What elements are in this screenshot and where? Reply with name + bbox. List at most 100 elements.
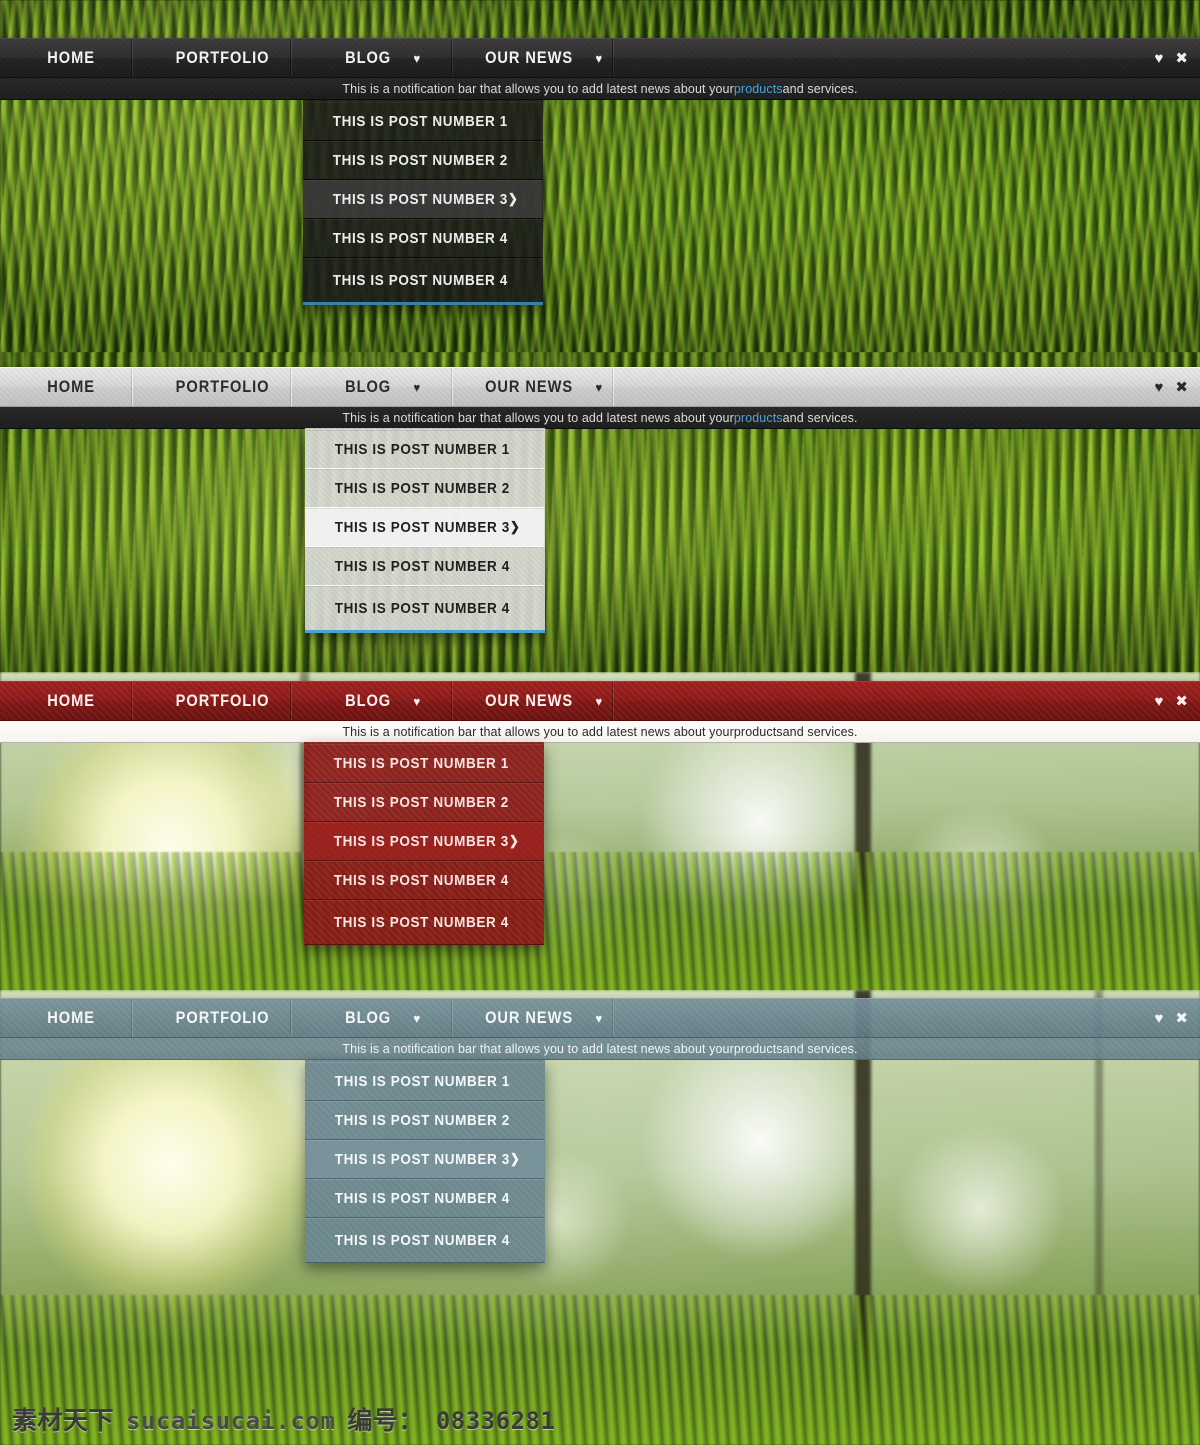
nav-item-home[interactable]: HOME xyxy=(10,368,133,406)
collapse-icon[interactable]: ♥ xyxy=(1155,50,1164,67)
dropdown-item-label: THIS IS POST NUMBER 4 xyxy=(333,913,509,931)
watermark-id-value: 08336281 xyxy=(435,1407,556,1435)
nav-item-our-news[interactable]: OUR NEWS ♥ xyxy=(475,39,614,77)
navbar-spacer xyxy=(625,682,1155,720)
dropdown-item-label: THIS IS POST NUMBER 4 xyxy=(334,599,510,617)
notification-text-after: and services. xyxy=(782,724,858,739)
navbar-spacer xyxy=(625,39,1155,77)
dropdown-item[interactable]: THIS IS POST NUMBER 4 xyxy=(303,258,543,302)
dropdown-menu-red: THIS IS POST NUMBER 1 THIS IS POST NUMBE… xyxy=(304,742,544,945)
watermark-site: sucaisucai.com xyxy=(126,1407,336,1435)
dropdown-item[interactable]: THIS IS POST NUMBER 4 xyxy=(305,586,545,630)
nav-item-our-news[interactable]: OUR NEWS ♥ xyxy=(475,368,614,406)
nav-item-home[interactable]: HOME xyxy=(10,999,133,1037)
dropdown-item[interactable]: THIS IS POST NUMBER 4 xyxy=(305,547,545,586)
dropdown-item[interactable]: THIS IS POST NUMBER 1 xyxy=(303,102,543,141)
notification-bar-dark: This is a notification bar that allows y… xyxy=(0,407,1200,429)
notification-bar-white: This is a notification bar that allows y… xyxy=(0,721,1200,743)
nav-label-home: HOME xyxy=(47,691,95,710)
collapse-icon[interactable]: ♥ xyxy=(1155,1010,1164,1027)
screenshot-root: HOME PORTFOLIO BLOG ♥ OUR NEWS ♥ ♥ ✖ Thi… xyxy=(0,0,1200,1445)
notification-products-link[interactable]: products xyxy=(734,82,783,96)
dropdown-item[interactable]: THIS IS POST NUMBER 1 xyxy=(305,430,545,469)
dropdown-item[interactable]: THIS IS POST NUMBER 2 xyxy=(303,141,543,180)
nav-item-portfolio[interactable]: PORTFOLIO xyxy=(154,999,292,1037)
chevron-right-icon: ❯ xyxy=(509,1151,521,1166)
nav-label-our-news: OUR NEWS xyxy=(485,48,574,67)
dropdown-item[interactable]: THIS IS POST NUMBER 2 xyxy=(305,1101,545,1140)
dropdown-item-active[interactable]: THIS IS POST NUMBER 3 ❯ xyxy=(305,508,545,547)
dropdown-item-label: THIS IS POST NUMBER 1 xyxy=(334,440,510,458)
dropdown-item[interactable]: THIS IS POST NUMBER 4 xyxy=(304,900,544,944)
nav-item-blog[interactable]: BLOG ♥ xyxy=(314,682,453,720)
navbar-dark-theme: HOME PORTFOLIO BLOG ♥ OUR NEWS ♥ ♥ ✖ xyxy=(0,38,1200,78)
dropdown-item[interactable]: THIS IS POST NUMBER 4 xyxy=(305,1179,545,1218)
navbar-spacer xyxy=(625,999,1155,1037)
close-icon[interactable]: ✖ xyxy=(1175,1009,1188,1027)
chevron-down-icon: ♥ xyxy=(595,1010,604,1026)
notification-products-link[interactable]: products xyxy=(734,725,783,739)
nav-item-portfolio[interactable]: PORTFOLIO xyxy=(154,682,292,720)
dropdown-item-label: THIS IS POST NUMBER 4 xyxy=(332,271,508,289)
notification-text-after: and services. xyxy=(782,81,858,96)
dropdown-item[interactable]: THIS IS POST NUMBER 4 xyxy=(305,1218,545,1262)
navbar-red-theme: HOME PORTFOLIO BLOG ♥ OUR NEWS ♥ ♥ ✖ xyxy=(0,681,1200,721)
dropdown-item[interactable]: THIS IS POST NUMBER 2 xyxy=(305,469,545,508)
dropdown-menu-dark: THIS IS POST NUMBER 1 THIS IS POST NUMBE… xyxy=(303,100,543,305)
notification-text-after: and services. xyxy=(782,410,858,425)
notification-products-link[interactable]: products xyxy=(734,1042,783,1056)
nav-item-blog[interactable]: BLOG ♥ xyxy=(314,39,453,77)
dropdown-item[interactable]: THIS IS POST NUMBER 2 xyxy=(304,783,544,822)
close-icon[interactable]: ✖ xyxy=(1175,49,1188,67)
dropdown-item[interactable]: THIS IS POST NUMBER 1 xyxy=(304,744,544,783)
nav-label-blog: BLOG xyxy=(345,377,392,396)
notification-products-link[interactable]: products xyxy=(734,411,783,425)
nav-item-portfolio[interactable]: PORTFOLIO xyxy=(154,39,292,77)
dropdown-item-label: THIS IS POST NUMBER 2 xyxy=(333,793,509,811)
nav-label-blog: BLOG xyxy=(345,1008,392,1027)
nav-item-our-news[interactable]: OUR NEWS ♥ xyxy=(475,999,614,1037)
chevron-down-icon: ♥ xyxy=(413,50,422,66)
chevron-down-icon: ♥ xyxy=(413,379,422,395)
chevron-right-icon: ❯ xyxy=(507,191,519,206)
navbar-light-theme: HOME PORTFOLIO BLOG ♥ OUR NEWS ♥ ♥ ✖ xyxy=(0,367,1200,407)
collapse-icon[interactable]: ♥ xyxy=(1155,379,1164,396)
dropdown-item-label: THIS IS POST NUMBER 1 xyxy=(332,112,508,130)
dropdown-item[interactable]: THIS IS POST NUMBER 1 xyxy=(305,1062,545,1101)
dropdown-item-active[interactable]: THIS IS POST NUMBER 3 ❯ xyxy=(305,1140,545,1179)
dropdown-item[interactable]: THIS IS POST NUMBER 4 xyxy=(303,219,543,258)
dropdown-item-label: THIS IS POST NUMBER 1 xyxy=(334,1072,510,1090)
dropdown-item-label: THIS IS POST NUMBER 4 xyxy=(333,871,509,889)
nav-label-home: HOME xyxy=(47,48,95,67)
watermark-brand: 素材天下 xyxy=(12,1407,115,1435)
dropdown-item-label: THIS IS POST NUMBER 3 xyxy=(332,190,508,208)
nav-item-home[interactable]: HOME xyxy=(10,682,133,720)
dropdown-item-active[interactable]: THIS IS POST NUMBER 3 ❯ xyxy=(304,822,544,861)
navbar-controls: ♥ ✖ xyxy=(1155,39,1200,77)
dropdown-item-label: THIS IS POST NUMBER 3 xyxy=(334,1150,510,1168)
notification-text-before: This is a notification bar that allows y… xyxy=(342,410,734,425)
nav-item-our-news[interactable]: OUR NEWS ♥ xyxy=(475,682,614,720)
nav-item-portfolio[interactable]: PORTFOLIO xyxy=(154,368,292,406)
nav-label-our-news: OUR NEWS xyxy=(485,691,574,710)
watermark-id-label: 编号： xyxy=(347,1407,424,1435)
dropdown-item-label: THIS IS POST NUMBER 2 xyxy=(334,479,510,497)
nav-item-home[interactable]: HOME xyxy=(10,39,133,77)
notification-text-before: This is a notification bar that allows y… xyxy=(342,724,734,739)
dropdown-item-label: THIS IS POST NUMBER 2 xyxy=(332,151,508,169)
close-icon[interactable]: ✖ xyxy=(1175,378,1188,396)
collapse-icon[interactable]: ♥ xyxy=(1155,693,1164,710)
nav-item-blog[interactable]: BLOG ♥ xyxy=(314,368,453,406)
dropdown-item-active[interactable]: THIS IS POST NUMBER 3 ❯ xyxy=(303,180,543,219)
chevron-right-icon: ❯ xyxy=(508,833,520,848)
dropdown-item[interactable]: THIS IS POST NUMBER 4 xyxy=(304,861,544,900)
nav-item-blog[interactable]: BLOG ♥ xyxy=(314,999,453,1037)
dropdown-item-label: THIS IS POST NUMBER 4 xyxy=(334,557,510,575)
chevron-down-icon: ♥ xyxy=(595,693,604,709)
dropdown-item-label: THIS IS POST NUMBER 4 xyxy=(334,1231,510,1249)
dropdown-item-label: THIS IS POST NUMBER 4 xyxy=(334,1189,510,1207)
close-icon[interactable]: ✖ xyxy=(1175,692,1188,710)
chevron-right-icon: ❯ xyxy=(509,519,521,534)
navbar-slate-theme: HOME PORTFOLIO BLOG ♥ OUR NEWS ♥ ♥ ✖ xyxy=(0,998,1200,1038)
navbar-spacer xyxy=(625,368,1155,406)
